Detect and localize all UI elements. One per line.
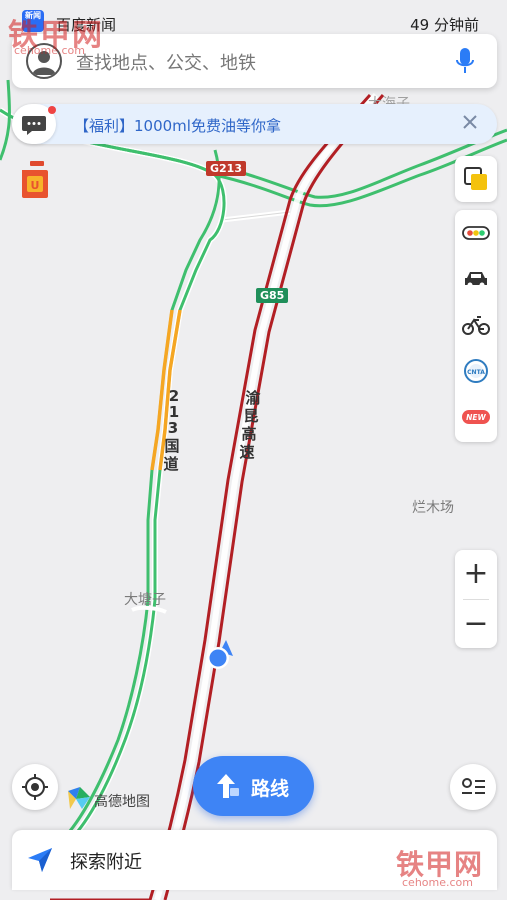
- svg-text:CNTA: CNTA: [467, 369, 485, 376]
- route-label: 路线: [251, 778, 290, 800]
- taxi-icon: [465, 272, 487, 288]
- microphone-icon[interactable]: [455, 47, 475, 75]
- message-button[interactable]: [12, 104, 56, 144]
- place-label-lanmuchang: 烂木场: [412, 500, 454, 516]
- svg-text:U: U: [31, 179, 40, 192]
- traffic-light-icon: [462, 226, 490, 240]
- zoom-out-button[interactable]: −: [455, 600, 497, 648]
- layers-icon: [464, 167, 487, 190]
- new-badge-text: NEW: [466, 413, 486, 422]
- route-arrow-icon: [217, 774, 239, 798]
- tools-card: CNTA NEW: [455, 210, 497, 442]
- road-label-char: 道: [163, 455, 179, 473]
- close-icon[interactable]: [461, 113, 479, 131]
- g85-shield: G85: [256, 288, 289, 303]
- route-list-icon: [462, 778, 485, 794]
- route-list-button[interactable]: [450, 764, 496, 810]
- taxi-button[interactable]: [455, 256, 497, 302]
- route-button[interactable]: 路线: [193, 756, 314, 816]
- road-label-char: 高: [241, 425, 257, 443]
- bike-button[interactable]: [455, 302, 497, 348]
- watermark-url: cehome.com: [14, 44, 85, 57]
- cnta-badge-icon: CNTA: [464, 359, 488, 383]
- place-label-datangzi: 大塘子: [124, 592, 166, 608]
- new-badge-icon: NEW: [462, 410, 490, 424]
- unread-dot: [48, 106, 56, 114]
- road-label-char: 3: [167, 419, 179, 437]
- new-feature-button[interactable]: NEW: [455, 394, 497, 440]
- layers-card[interactable]: [455, 156, 497, 202]
- g213-shield: G213: [206, 161, 246, 176]
- promo-banner[interactable]: 【福利】1000ml免费油等你拿: [12, 104, 497, 144]
- bike-icon: [462, 316, 490, 335]
- road-label-char: 国: [164, 437, 180, 455]
- road-label-char: 速: [239, 443, 255, 461]
- cnta-button[interactable]: CNTA: [455, 348, 497, 394]
- paper-plane-icon: [28, 848, 52, 872]
- watermark-url-bottom: cehome.com: [402, 876, 473, 889]
- zoom-control: + −: [455, 550, 497, 648]
- status-time-ago: 49 分钟前: [410, 16, 479, 34]
- zoom-in-button[interactable]: +: [455, 550, 497, 598]
- locate-button[interactable]: [12, 764, 58, 810]
- amap-logo-icon: [68, 787, 90, 809]
- fuel-can-icon[interactable]: U: [20, 160, 50, 200]
- amap-logo: 高德地图: [66, 787, 150, 811]
- layers-button[interactable]: [455, 156, 497, 202]
- traffic-button[interactable]: [455, 210, 497, 256]
- crosshair-icon: [22, 774, 48, 800]
- promo-text[interactable]: 【福利】1000ml免费油等你拿: [74, 115, 281, 136]
- explore-nearby-label: 探索附近: [70, 852, 142, 873]
- road-label-char: 昆: [243, 407, 259, 425]
- amap-logo-text: 高德地图: [94, 794, 150, 810]
- road-label-char: 渝: [245, 389, 261, 407]
